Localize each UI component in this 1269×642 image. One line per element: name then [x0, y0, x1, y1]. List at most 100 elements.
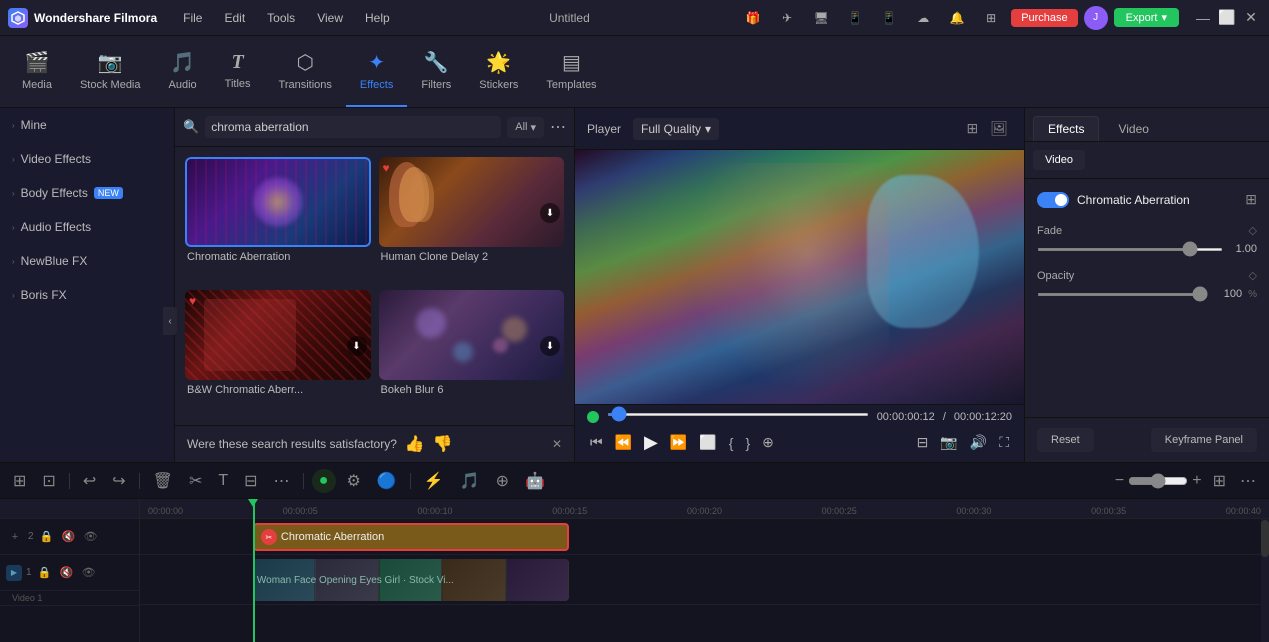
maximize-button[interactable]: ⬜ [1217, 8, 1237, 28]
toolbar-effects[interactable]: ✦ Effects [346, 36, 407, 107]
audio-sync-button[interactable]: 🎵 [455, 468, 485, 494]
grid-icon[interactable]: ⊞ [977, 4, 1005, 32]
opacity-slider[interactable] [1037, 293, 1208, 296]
crop-tl-button[interactable]: ⊟ [239, 468, 262, 494]
cloud-icon[interactable]: ☁ [909, 4, 937, 32]
effect-item-bokeh[interactable]: ⬇ Bokeh Blur 6 [379, 290, 565, 415]
ripple-button[interactable]: ⚙ [342, 468, 366, 494]
zoom-out-button[interactable]: − [1115, 472, 1124, 490]
loop-button[interactable]: ⬜ [696, 431, 719, 454]
frame-back-button[interactable]: ⏪ [612, 431, 635, 454]
mark-in-button[interactable]: { [726, 432, 737, 454]
thumbs-down-button[interactable]: 👎 [433, 434, 453, 454]
track1-mute-icon[interactable]: 🔇 [58, 564, 76, 582]
motion-button[interactable]: 🔵 [372, 468, 402, 494]
track2-lock-icon[interactable]: 🔒 [38, 528, 56, 546]
delete-button[interactable]: 🗑 [148, 468, 178, 494]
sidebar-item-audio-effects[interactable]: › Audio Effects [0, 210, 174, 244]
user-avatar[interactable]: J [1084, 6, 1108, 30]
toolbar-audio[interactable]: 🎵 Audio [155, 36, 211, 107]
grid-view-button[interactable]: ⊞ [962, 116, 982, 141]
search-input[interactable] [205, 116, 501, 138]
plane-icon[interactable]: ✈ [773, 4, 801, 32]
tab-video[interactable]: Video [1103, 116, 1163, 141]
menu-file[interactable]: File [173, 7, 212, 29]
minimize-button[interactable]: — [1193, 8, 1213, 28]
toolbar-transitions[interactable]: ⬡ Transitions [265, 36, 346, 107]
more-effects-button[interactable]: ⋯ [269, 468, 295, 494]
track2-mute-icon[interactable]: 🔇 [60, 528, 78, 546]
cut-button[interactable]: ✂ [184, 468, 207, 494]
mark-out-button[interactable]: } [742, 432, 753, 454]
track2-add-icon[interactable]: + [6, 528, 24, 546]
ai-button[interactable]: 🤖 [520, 468, 550, 494]
menu-tools[interactable]: Tools [257, 7, 305, 29]
bell-icon[interactable]: 🔔 [943, 4, 971, 32]
redo-button[interactable]: ↪ [107, 468, 130, 494]
snapshot-button[interactable]: 📷 [937, 431, 960, 454]
sidebar-item-video-effects[interactable]: › Video Effects [0, 142, 174, 176]
photo-view-button[interactable]: 🖼 [986, 116, 1012, 141]
effect-item-bw-chromatic[interactable]: ♥ ⬇ B&W Chromatic Aberr... [185, 290, 371, 415]
progress-slider[interactable] [607, 413, 869, 416]
tab-effects[interactable]: Effects [1033, 116, 1099, 141]
fullscreen-button[interactable]: ⛶ [996, 431, 1012, 454]
toolbar-templates[interactable]: ▤ Templates [532, 36, 610, 107]
more-options-icon[interactable]: ⋯ [550, 117, 566, 137]
skip-back-button[interactable]: ⏮ [587, 431, 606, 454]
purchase-button[interactable]: Purchase [1011, 9, 1077, 27]
track1-eye-icon[interactable]: 👁 [80, 564, 98, 582]
quality-selector[interactable]: Full Quality ▾ [633, 118, 719, 140]
sub-tab-video[interactable]: Video [1033, 150, 1085, 170]
tablet-icon[interactable]: 📱 [875, 4, 903, 32]
gift-icon[interactable]: 🎁 [739, 4, 767, 32]
menu-edit[interactable]: Edit [214, 7, 255, 29]
thumbs-up-button[interactable]: 👍 [405, 434, 425, 454]
sidebar-collapse-btn[interactable]: ‹ [163, 307, 175, 335]
crop-button[interactable]: ⊟ [914, 431, 932, 454]
track2-eye-icon[interactable]: 👁 [82, 528, 100, 546]
close-button[interactable]: ✕ [1241, 8, 1261, 28]
sidebar-item-boris-fx[interactable]: › Boris FX [0, 278, 174, 312]
split-button[interactable]: ⊕ [491, 468, 514, 494]
layout-button[interactable]: ⊞ [1208, 468, 1231, 494]
zoom-in-button[interactable]: + [1192, 472, 1201, 490]
video-clip-woman[interactable]: Woman Face Opening Eyes Girl · Stock Vi.… [253, 559, 569, 601]
toolbar-stock-media[interactable]: 📷 Stock Media [66, 36, 155, 107]
export-button[interactable]: Export ▾ [1114, 8, 1179, 27]
fade-slider[interactable] [1037, 248, 1223, 251]
sidebar-item-mine[interactable]: › Mine [0, 108, 174, 142]
text-button[interactable]: T [213, 469, 233, 493]
satisfaction-close-button[interactable]: ✕ [552, 437, 562, 451]
keyframe-panel-button[interactable]: Keyframe Panel [1151, 428, 1257, 452]
scrollbar-thumb[interactable] [1261, 520, 1269, 557]
effect-item-human-clone[interactable]: ♥ ⬇ Human Clone Delay 2 [379, 157, 565, 282]
effect-toggle[interactable] [1037, 192, 1069, 208]
phone-icon[interactable]: 📱 [841, 4, 869, 32]
sidebar-item-body-effects[interactable]: › Body Effects NEW [0, 176, 174, 210]
playhead[interactable] [253, 499, 255, 642]
effect-item-chromatic[interactable]: Chromatic Aberration [185, 157, 371, 282]
sidebar-item-newblue-fx[interactable]: › NewBlue FX [0, 244, 174, 278]
add-to-timeline-button[interactable]: ⊕ [759, 431, 777, 454]
settings-button[interactable]: ⋯ [1235, 468, 1261, 494]
toolbar-titles[interactable]: T Titles [211, 36, 265, 107]
volume-button[interactable]: 🔊 [967, 431, 990, 454]
frame-forward-button[interactable]: ⏩ [667, 431, 690, 454]
monitor-icon[interactable]: 🖥 [807, 4, 835, 32]
track1-lock-icon[interactable]: 🔒 [36, 564, 54, 582]
effect-settings-icon[interactable]: ⊞ [1245, 191, 1257, 208]
scene-detect-button[interactable]: ⊞ [8, 468, 31, 494]
timeline-scrollbar[interactable] [1261, 519, 1269, 642]
zoom-slider[interactable] [1128, 473, 1188, 489]
auto-reframe-button[interactable]: ⊡ [37, 468, 60, 494]
toolbar-filters[interactable]: 🔧 Filters [407, 36, 465, 107]
effect-clip-chromatic[interactable]: ✂ Chromatic Aberration [253, 523, 569, 551]
undo-button[interactable]: ↩ [78, 468, 101, 494]
menu-help[interactable]: Help [355, 7, 400, 29]
toolbar-media[interactable]: 🎬 Media [8, 36, 66, 107]
snap-button[interactable]: ● [312, 469, 336, 493]
fade-reset-icon[interactable]: ◇ [1249, 224, 1257, 237]
toolbar-stickers[interactable]: 🌟 Stickers [465, 36, 532, 107]
speed-button[interactable]: ⚡ [419, 468, 449, 494]
